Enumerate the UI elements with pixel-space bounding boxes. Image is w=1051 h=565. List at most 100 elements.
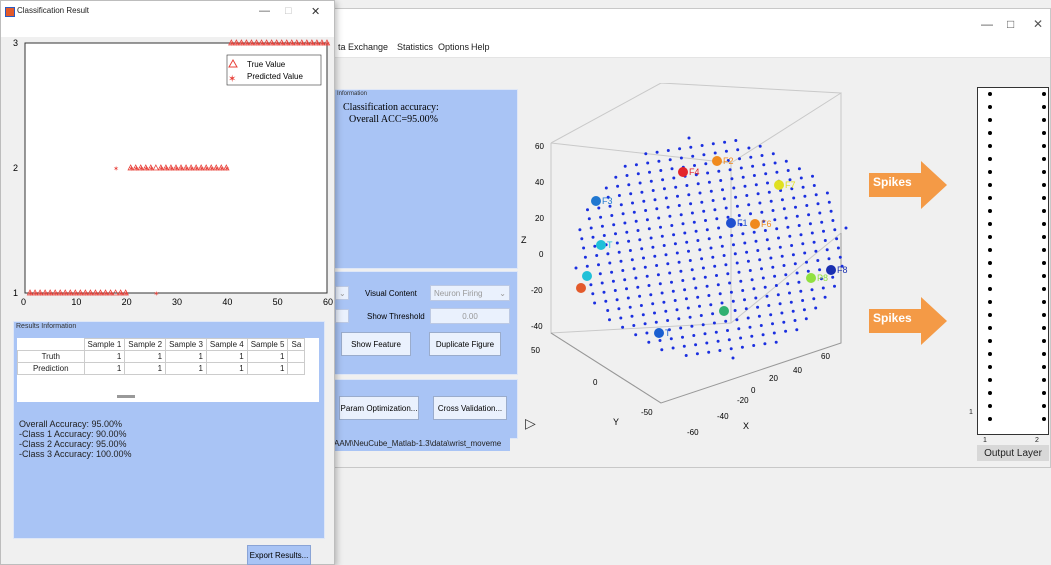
show-feature-button[interactable]: Show Feature	[341, 332, 411, 356]
neuron-dot	[736, 148, 740, 152]
neuron-dot	[729, 290, 733, 294]
neuron-dot	[749, 155, 753, 159]
feature-label: P8	[817, 273, 828, 283]
neuron-dot	[684, 354, 688, 357]
export-results-button[interactable]: Export Results...	[247, 545, 311, 565]
maximize-button[interactable]: □	[285, 5, 292, 17]
minimize-button[interactable]: —	[981, 17, 993, 31]
param-optimization-button[interactable]: Param Optimization...	[339, 396, 419, 420]
y-tick: 50	[531, 346, 540, 355]
neuron-dot	[756, 192, 760, 196]
neuron-dot	[632, 210, 636, 214]
neuron-dot	[653, 311, 656, 315]
neuron-dot	[681, 335, 684, 339]
neuron-dot	[714, 330, 718, 334]
neuron-dot	[660, 234, 664, 238]
neuron-dot	[801, 299, 805, 302]
neuron-dot	[614, 175, 618, 179]
neuron-dot	[782, 264, 786, 267]
neuron-dot	[698, 304, 701, 308]
neuron-dot	[634, 333, 638, 337]
neuron-dot	[687, 249, 690, 253]
duplicate-figure-button[interactable]: Duplicate Figure	[429, 332, 501, 356]
output-neuron-dot	[1042, 352, 1046, 356]
output-neuron-dot	[1042, 404, 1046, 408]
threshold-input[interactable]: 0.00	[430, 308, 510, 324]
information-panel: Information Classification accuracy: Ove…	[334, 89, 518, 269]
neuron-dot	[707, 180, 711, 184]
table-row: Prediction 1 1 1 1 1	[17, 362, 306, 375]
left-field[interactable]	[335, 309, 349, 323]
results-table-container[interactable]: Sample 1 Sample 2 Sample 3 Sample 4 Samp…	[17, 338, 319, 402]
neuron-dot	[797, 167, 801, 171]
neuron-dot	[608, 261, 612, 265]
legend: True Value ✶ Predicted Value	[226, 54, 322, 86]
left-dropdown[interactable]: ⌄	[335, 286, 349, 300]
x-tick-label: 60	[323, 297, 333, 307]
neuron-dot	[679, 156, 683, 160]
neuron-dot	[748, 269, 752, 272]
neuron-dot	[630, 258, 634, 262]
neuron-dot	[598, 272, 602, 276]
menu-options[interactable]: Options	[438, 42, 469, 52]
close-button[interactable]: ✕	[311, 5, 320, 18]
neuron-dot	[673, 299, 677, 302]
neuron-dot	[628, 249, 632, 252]
x-tick-label: 50	[273, 297, 283, 307]
visual-content-select[interactable]: Neuron Firing ⌄	[430, 285, 510, 301]
neuron-dot	[582, 246, 586, 250]
neuron-dot	[639, 304, 643, 307]
data-path-field[interactable]: AAM\NeuCube_Matlab-1.3\data\wrist_moveme	[334, 437, 510, 451]
neuron-dot	[619, 316, 623, 320]
output-neuron-dot	[988, 339, 992, 343]
results-table: Sample 1 Sample 2 Sample 3 Sample 4 Samp…	[17, 338, 306, 375]
neuron-dot	[803, 251, 807, 255]
neuron-dot	[716, 283, 720, 287]
output-neuron-dot	[988, 196, 992, 200]
neuron-dot	[640, 190, 644, 194]
neuron-dot	[694, 229, 698, 233]
neuron-dot	[713, 151, 717, 155]
table-row: Truth 1 1 1 1 1	[17, 350, 306, 363]
neuron-dot	[774, 284, 778, 287]
neuron-dot	[589, 283, 593, 287]
cross-validation-button[interactable]: Cross Validation...	[433, 396, 507, 420]
horizontal-scrollbar-thumb[interactable]	[117, 395, 135, 398]
neuron-dot	[645, 274, 649, 278]
minimize-button[interactable]: —	[259, 5, 270, 17]
neuron-dot	[600, 224, 604, 228]
table-cell: 1	[205, 362, 248, 375]
neuron-dot	[812, 240, 816, 244]
output-neuron-dot	[988, 144, 992, 148]
output-neuron-dot	[1042, 326, 1046, 330]
feature-label: F1	[737, 218, 748, 228]
neuron-dot	[671, 289, 675, 293]
menu-data-exchange[interactable]: ta Exchange	[338, 42, 388, 52]
column-header: Sample 3	[165, 338, 207, 351]
neuron-dot	[763, 229, 767, 232]
close-button[interactable]: ✕	[1033, 17, 1043, 31]
menu-statistics[interactable]: Statistics	[397, 42, 433, 52]
maximize-button[interactable]: □	[1007, 17, 1014, 31]
neuron-dot	[728, 168, 732, 172]
neuron-dot	[760, 210, 764, 214]
table-cell: 1	[165, 350, 207, 363]
neuron-dot	[771, 152, 775, 156]
neuron-dot	[799, 176, 803, 180]
neuron-dot	[720, 244, 724, 248]
neuron-dot	[807, 213, 811, 217]
neuron-points	[574, 136, 848, 360]
output-neuron-dot	[988, 274, 992, 278]
neuron-dot	[782, 320, 786, 324]
neuron-dot	[678, 147, 682, 151]
neuron-dot	[638, 181, 642, 185]
neuron-dot	[602, 290, 606, 294]
neuron-dot	[735, 261, 739, 265]
z-tick: 20	[535, 214, 544, 223]
menu-help[interactable]: Help	[471, 42, 490, 52]
output-neuron-dot	[988, 417, 992, 421]
neuron-dot	[604, 186, 608, 190]
neuron-dot	[628, 305, 632, 309]
neuron-dot	[732, 243, 735, 247]
neuron-dot	[638, 238, 642, 242]
